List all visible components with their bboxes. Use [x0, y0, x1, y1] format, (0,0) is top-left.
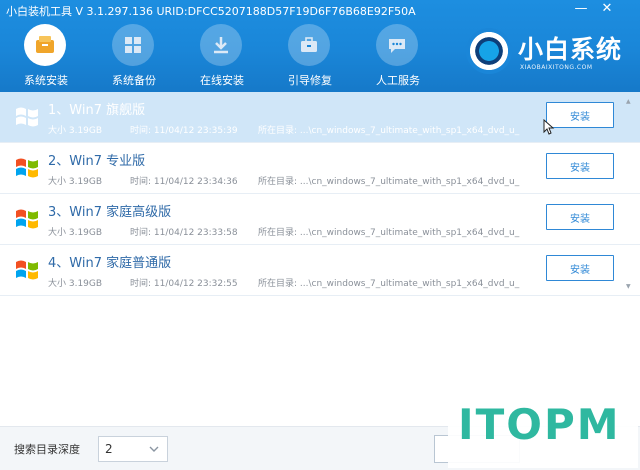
list-item[interactable]: 3、Win7 家庭高级版 大小 3.19GB 时间: 11/04/12 23:3…	[0, 194, 640, 245]
logo-name: 小白系统	[518, 35, 623, 64]
title-bar: 小白装机工具 V 3.1.297.136 URID:DFCC5207188D57…	[0, 0, 640, 92]
system-size: 大小 3.19GB	[48, 177, 103, 187]
chat-icon	[376, 24, 418, 66]
toolbox-icon	[288, 24, 330, 66]
system-size: 大小 3.19GB	[48, 126, 103, 136]
nav-system-install[interactable]: 系统安装	[6, 22, 76, 90]
scroll-up-icon[interactable]: ▲	[626, 98, 631, 105]
nav-manual-service[interactable]: 人工服务	[358, 22, 428, 90]
system-time: 时间: 11/04/12 23:34:36	[130, 177, 238, 187]
system-size: 大小 3.19GB	[48, 279, 103, 289]
mouse-cursor-icon	[543, 119, 555, 135]
system-time: 时间: 11/04/12 23:33:58	[130, 228, 238, 238]
nav-label: 人工服务	[376, 74, 420, 87]
close-button[interactable]: ✕	[596, 0, 618, 18]
nav-label: 系统备份	[112, 74, 156, 87]
windows-logo-icon	[16, 209, 38, 229]
system-name: 1、Win7 旗舰版	[48, 103, 146, 118]
nav-label: 系统安装	[24, 74, 68, 87]
chevron-down-icon	[149, 446, 159, 452]
backup-icon	[112, 24, 154, 66]
watermark: ITOPM	[448, 396, 638, 468]
install-button[interactable]: 安装	[546, 204, 614, 230]
install-button[interactable]: 安装	[546, 153, 614, 179]
search-depth-select[interactable]: 2	[98, 436, 168, 462]
system-name: 4、Win7 家庭普通版	[48, 256, 172, 271]
list-item[interactable]: 2、Win7 专业版 大小 3.19GB 时间: 11/04/12 23:34:…	[0, 143, 640, 194]
system-size: 大小 3.19GB	[48, 228, 103, 238]
search-depth-label: 搜索目录深度	[14, 443, 80, 456]
nav-label: 在线安装	[200, 74, 244, 87]
window-title: 小白装机工具 V 3.1.297.136 URID:DFCC5207188D57…	[6, 5, 416, 18]
watermark-text: ITOPM	[458, 400, 621, 449]
windows-logo-icon	[16, 107, 38, 127]
disc-icon	[24, 24, 66, 66]
system-name: 2、Win7 专业版	[48, 154, 146, 169]
nav-boot-repair[interactable]: 引导修复	[270, 22, 340, 90]
install-button[interactable]: 安装	[546, 255, 614, 281]
windows-logo-icon	[16, 158, 38, 178]
brand-logo: 小白系统 XIAOBAIXITONG.COM	[466, 24, 636, 80]
logo-subtitle: XIAOBAIXITONG.COM	[520, 64, 593, 71]
system-time: 时间: 11/04/12 23:32:55	[130, 279, 238, 289]
windows-logo-icon	[16, 260, 38, 280]
download-icon	[200, 24, 242, 66]
system-path: 所在目录: ...\cn_windows_7_ultimate_with_sp1…	[258, 228, 520, 238]
system-path: 所在目录: ...\cn_windows_7_ultimate_with_sp1…	[258, 279, 520, 289]
list-item[interactable]: 4、Win7 家庭普通版 大小 3.19GB 时间: 11/04/12 23:3…	[0, 245, 640, 296]
install-button[interactable]: 安装	[546, 102, 614, 128]
nav-online-install[interactable]: 在线安装	[182, 22, 252, 90]
nav-label: 引导修复	[288, 74, 332, 87]
system-name: 3、Win7 家庭高级版	[48, 205, 172, 220]
minimize-button[interactable]: —	[570, 0, 592, 18]
nav-system-backup[interactable]: 系统备份	[94, 22, 164, 90]
logo-mark-icon	[466, 28, 512, 74]
search-depth-value: 2	[105, 442, 113, 456]
list-item[interactable]: 1、Win7 旗舰版 大小 3.19GB 时间: 11/04/12 23:35:…	[0, 92, 640, 143]
scroll-down-icon[interactable]: ▼	[626, 283, 631, 290]
system-path: 所在目录: ...\cn_windows_7_ultimate_with_sp1…	[258, 126, 520, 136]
system-time: 时间: 11/04/12 23:35:39	[130, 126, 238, 136]
system-path: 所在目录: ...\cn_windows_7_ultimate_with_sp1…	[258, 177, 520, 187]
